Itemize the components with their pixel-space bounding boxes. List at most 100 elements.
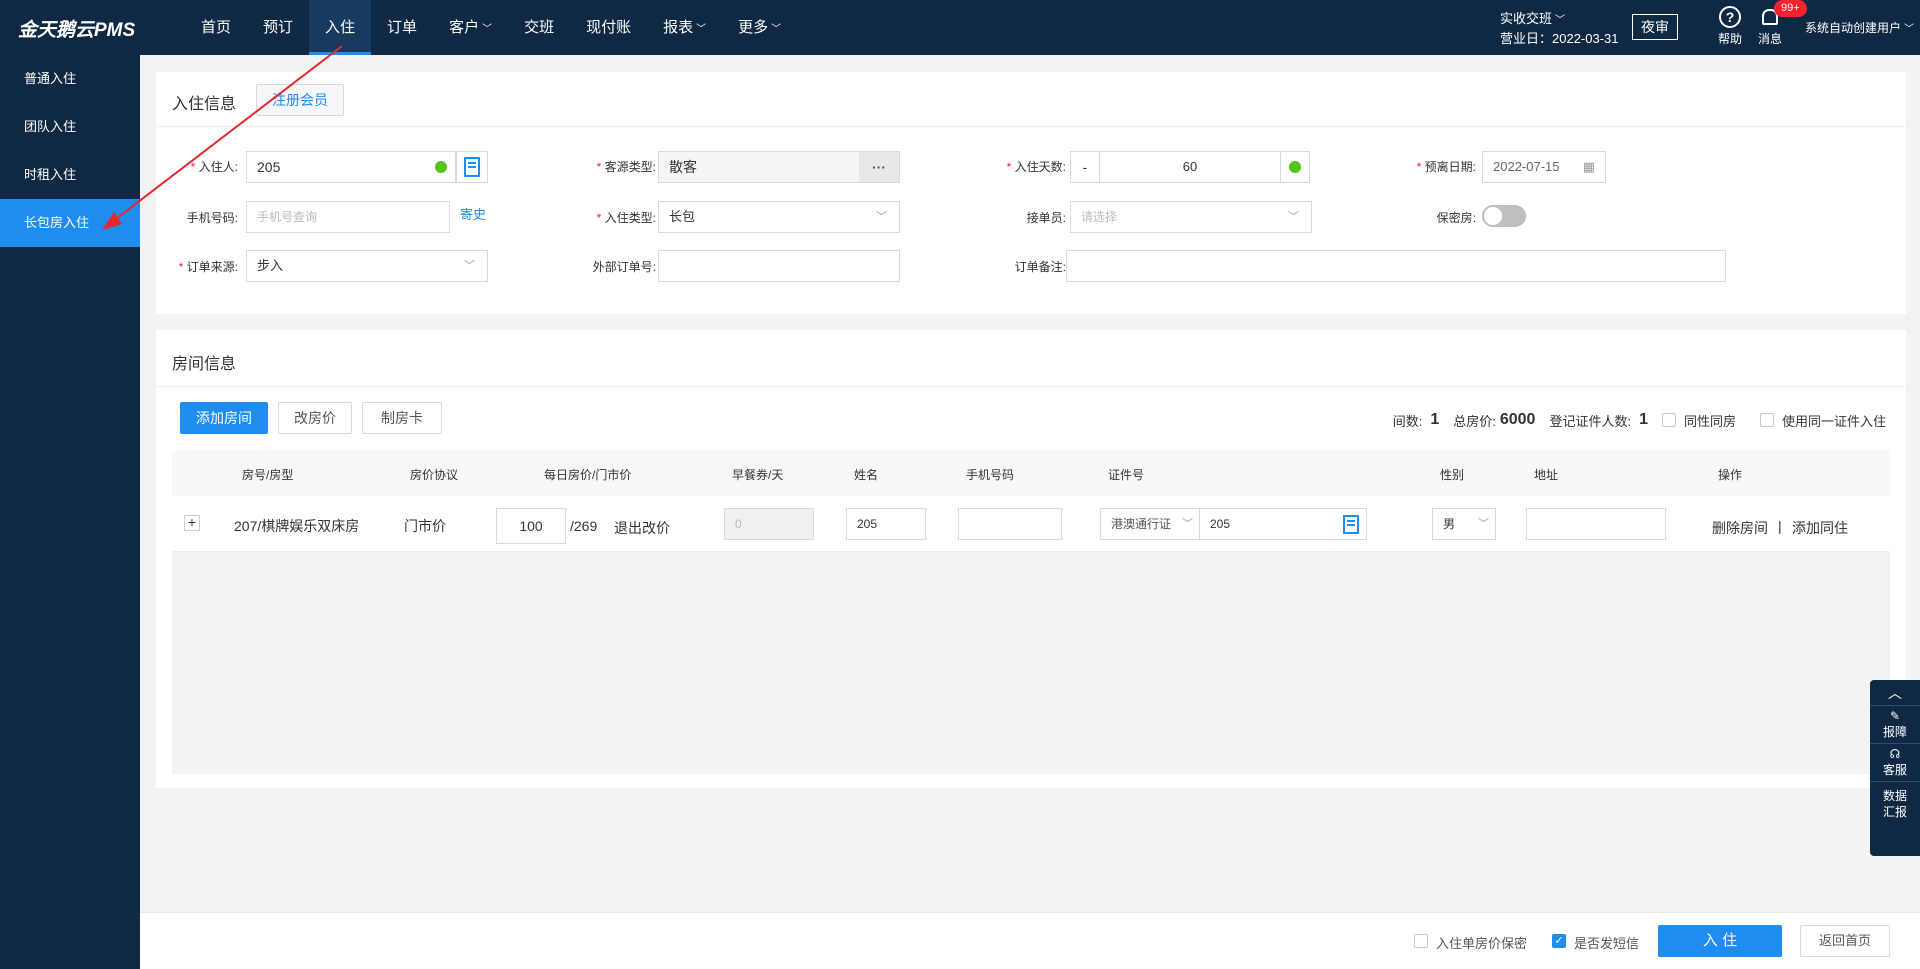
exit-change-price-link[interactable]: 退出改价 [614,518,670,538]
chevron-down-icon: ﹀ [771,24,782,35]
receptionist-label: 接单员: [1026,211,1066,225]
help-icon: ? [1719,6,1741,28]
report-issue-button[interactable]: ✎ 报障 [1870,706,1920,744]
sidebar-item-normal-checkin[interactable]: 普通入住 [0,55,140,103]
delete-room-link[interactable]: 删除房间 [1712,518,1768,538]
more-dots-icon[interactable]: ··· [859,152,899,182]
room-info-card: 房间信息 添加房间 改房价 制房卡 间数: 1 总房价: 6000 登记证件人数… [156,330,1906,788]
add-cohabitant-link[interactable]: 添加同住 [1792,518,1848,538]
add-room-button[interactable]: 添加房间 [180,402,268,434]
depart-date-input[interactable]: 2022-07-15 ▦ [1482,151,1606,183]
secret-room-toggle[interactable] [1482,205,1526,227]
action-separator: | [1778,518,1782,534]
nav-booking[interactable]: 预订 [247,0,309,55]
table-header: 房号/房型 房价协议 每日房价/门市价 早餐券/天 姓名 手机号码 证件号 性别… [172,450,1890,496]
check-circle-icon [1289,161,1301,173]
total-price: 6000 [1499,411,1536,428]
days-input[interactable]: 60 [1099,151,1281,183]
app-logo[interactable]: 金天鹅云PMS [18,15,135,42]
help-button[interactable]: ? 帮助 [1712,6,1748,47]
shift-selector[interactable]: 实收交班 ﹀ 营业日：2022-03-31 [1500,10,1619,48]
checkin-info-card: 入住信息 注册会员 入住人: 205 客源类型: 散客 ··· 入住天数: - … [156,72,1906,314]
chevron-down-icon: ﹀ [464,260,475,272]
row-phone-input[interactable] [958,508,1062,540]
checkin-type-select[interactable]: 长包 ﹀ [658,201,900,233]
customer-service-button[interactable]: ☊ 客服 [1870,744,1920,782]
nav-orders[interactable]: 订单 [371,0,433,55]
table-row: + 207/棋牌娱乐双床房 门市价 100 /269 退出改价 0 205 港澳… [172,496,1890,552]
source-type-input[interactable]: 散客 ··· [658,151,900,183]
change-price-button[interactable]: 改房价 [278,402,352,434]
sent-history-link[interactable]: 寄史 [460,204,486,223]
order-note-input[interactable] [1066,250,1726,282]
sidebar-item-group-checkin[interactable]: 团队入住 [0,103,140,151]
wrench-icon: ✎ [1889,709,1901,723]
sidebar: 普通入住 团队入住 时租入住 长包房入住 [0,55,140,969]
price-secret-label: 入住单房价保密 [1436,936,1528,951]
nav-checkin[interactable]: 入住 [309,0,372,55]
make-card-button[interactable]: 制房卡 [362,402,442,434]
sidebar-item-longstay-checkin[interactable]: 长包房入住 [0,199,140,247]
guest-input[interactable]: 205 [246,151,456,183]
nav-home[interactable]: 首页 [185,0,247,55]
order-note-label: 订单备注: [1014,260,1066,274]
breakfast-input[interactable]: 0 [724,508,814,540]
days-confirm-button[interactable] [1280,151,1310,183]
register-member-button[interactable]: 注册会员 [256,84,344,116]
id-card-icon[interactable] [1340,509,1362,550]
nav-reports[interactable]: 报表 ﹀ [647,0,722,55]
same-id-checkbox[interactable] [1759,413,1774,427]
footer-bar: 入住单房价保密 ✓ 是否发短信 入 住 返回首页 [140,912,1920,969]
registered-count: 1 [1639,411,1648,428]
price-secret-checkbox[interactable] [1414,934,1428,948]
th-phone: 手机号码 [966,468,1015,482]
sidebar-item-hourly-checkin[interactable]: 时租入住 [0,151,140,199]
external-order-input[interactable] [658,250,900,282]
divider [156,386,1906,387]
days-label: 入住天数: [986,158,1066,175]
name-input[interactable]: 205 [846,508,926,540]
check-circle-icon [435,161,447,173]
expand-row-button[interactable]: + [184,515,200,531]
gender-select[interactable]: 男 ﹀ [1432,508,1496,540]
same-sex-checkbox[interactable] [1661,413,1676,427]
source-type-label: 客源类型: [576,158,656,175]
receptionist-select[interactable]: 请选择 ﹀ [1070,201,1312,233]
send-sms-label: 是否发短信 [1574,936,1640,951]
checkin-submit-button[interactable]: 入 住 [1658,925,1782,957]
th-daily-price: 每日房价/门市价 [544,468,632,482]
messages-button[interactable]: 消息 99+ [1752,0,1807,47]
chevron-down-icon: ﹀ [1288,211,1299,223]
back-home-button[interactable]: 返回首页 [1800,925,1890,957]
nav-customers[interactable]: 客户 ﹀ [433,0,508,55]
chevron-down-icon: ﹀ [696,24,707,35]
days-decrement-button[interactable]: - [1070,151,1100,183]
daily-price-input[interactable]: 100 [496,508,566,544]
phone-search-input[interactable]: 手机号查询 [246,201,450,233]
id-type-select[interactable]: 港澳通行证 ﹀ [1100,508,1200,540]
room-info-title: 房间信息 [172,356,237,373]
business-day: 营业日：2022-03-31 [1500,31,1619,46]
address-input[interactable] [1526,508,1666,540]
data-report-button[interactable]: 数据 汇报 [1870,782,1920,826]
th-breakfast: 早餐券/天 [732,468,784,482]
checkin-info-title: 入住信息 [172,96,237,113]
chevron-down-icon: ﹀ [1555,15,1566,26]
main-nav: 首页 预订 入住 订单 客户 ﹀ 交班 现付账 报表 ﹀ 更多 ﹀ [185,0,797,55]
rooms-count: 1 [1430,411,1440,428]
depart-date-label: 预离日期: [1396,158,1476,175]
th-room: 房号/房型 [242,468,294,482]
nav-cash-account[interactable]: 现付账 [570,0,647,55]
room-table: 房号/房型 房价协议 每日房价/门市价 早餐券/天 姓名 手机号码 证件号 性别… [172,450,1890,774]
collapse-up-icon[interactable]: ︿ [1870,680,1920,706]
float-panel: ︿ ✎ 报障 ☊ 客服 数据 汇报 [1870,680,1920,856]
id-number-input[interactable]: 205 [1199,508,1367,540]
order-source-select[interactable]: 步入 ﹀ [246,250,488,282]
night-audit-button[interactable]: 夜审 [1632,14,1678,40]
send-sms-checkbox[interactable]: ✓ [1552,934,1566,948]
agreement-cell: 门市价 [404,518,446,534]
user-menu[interactable]: 系统自动创建用户 ﹀ [1805,19,1914,36]
nav-more[interactable]: 更多 ﹀ [722,0,797,55]
nav-shift[interactable]: 交班 [508,0,570,55]
id-card-reader-button[interactable] [456,151,488,183]
